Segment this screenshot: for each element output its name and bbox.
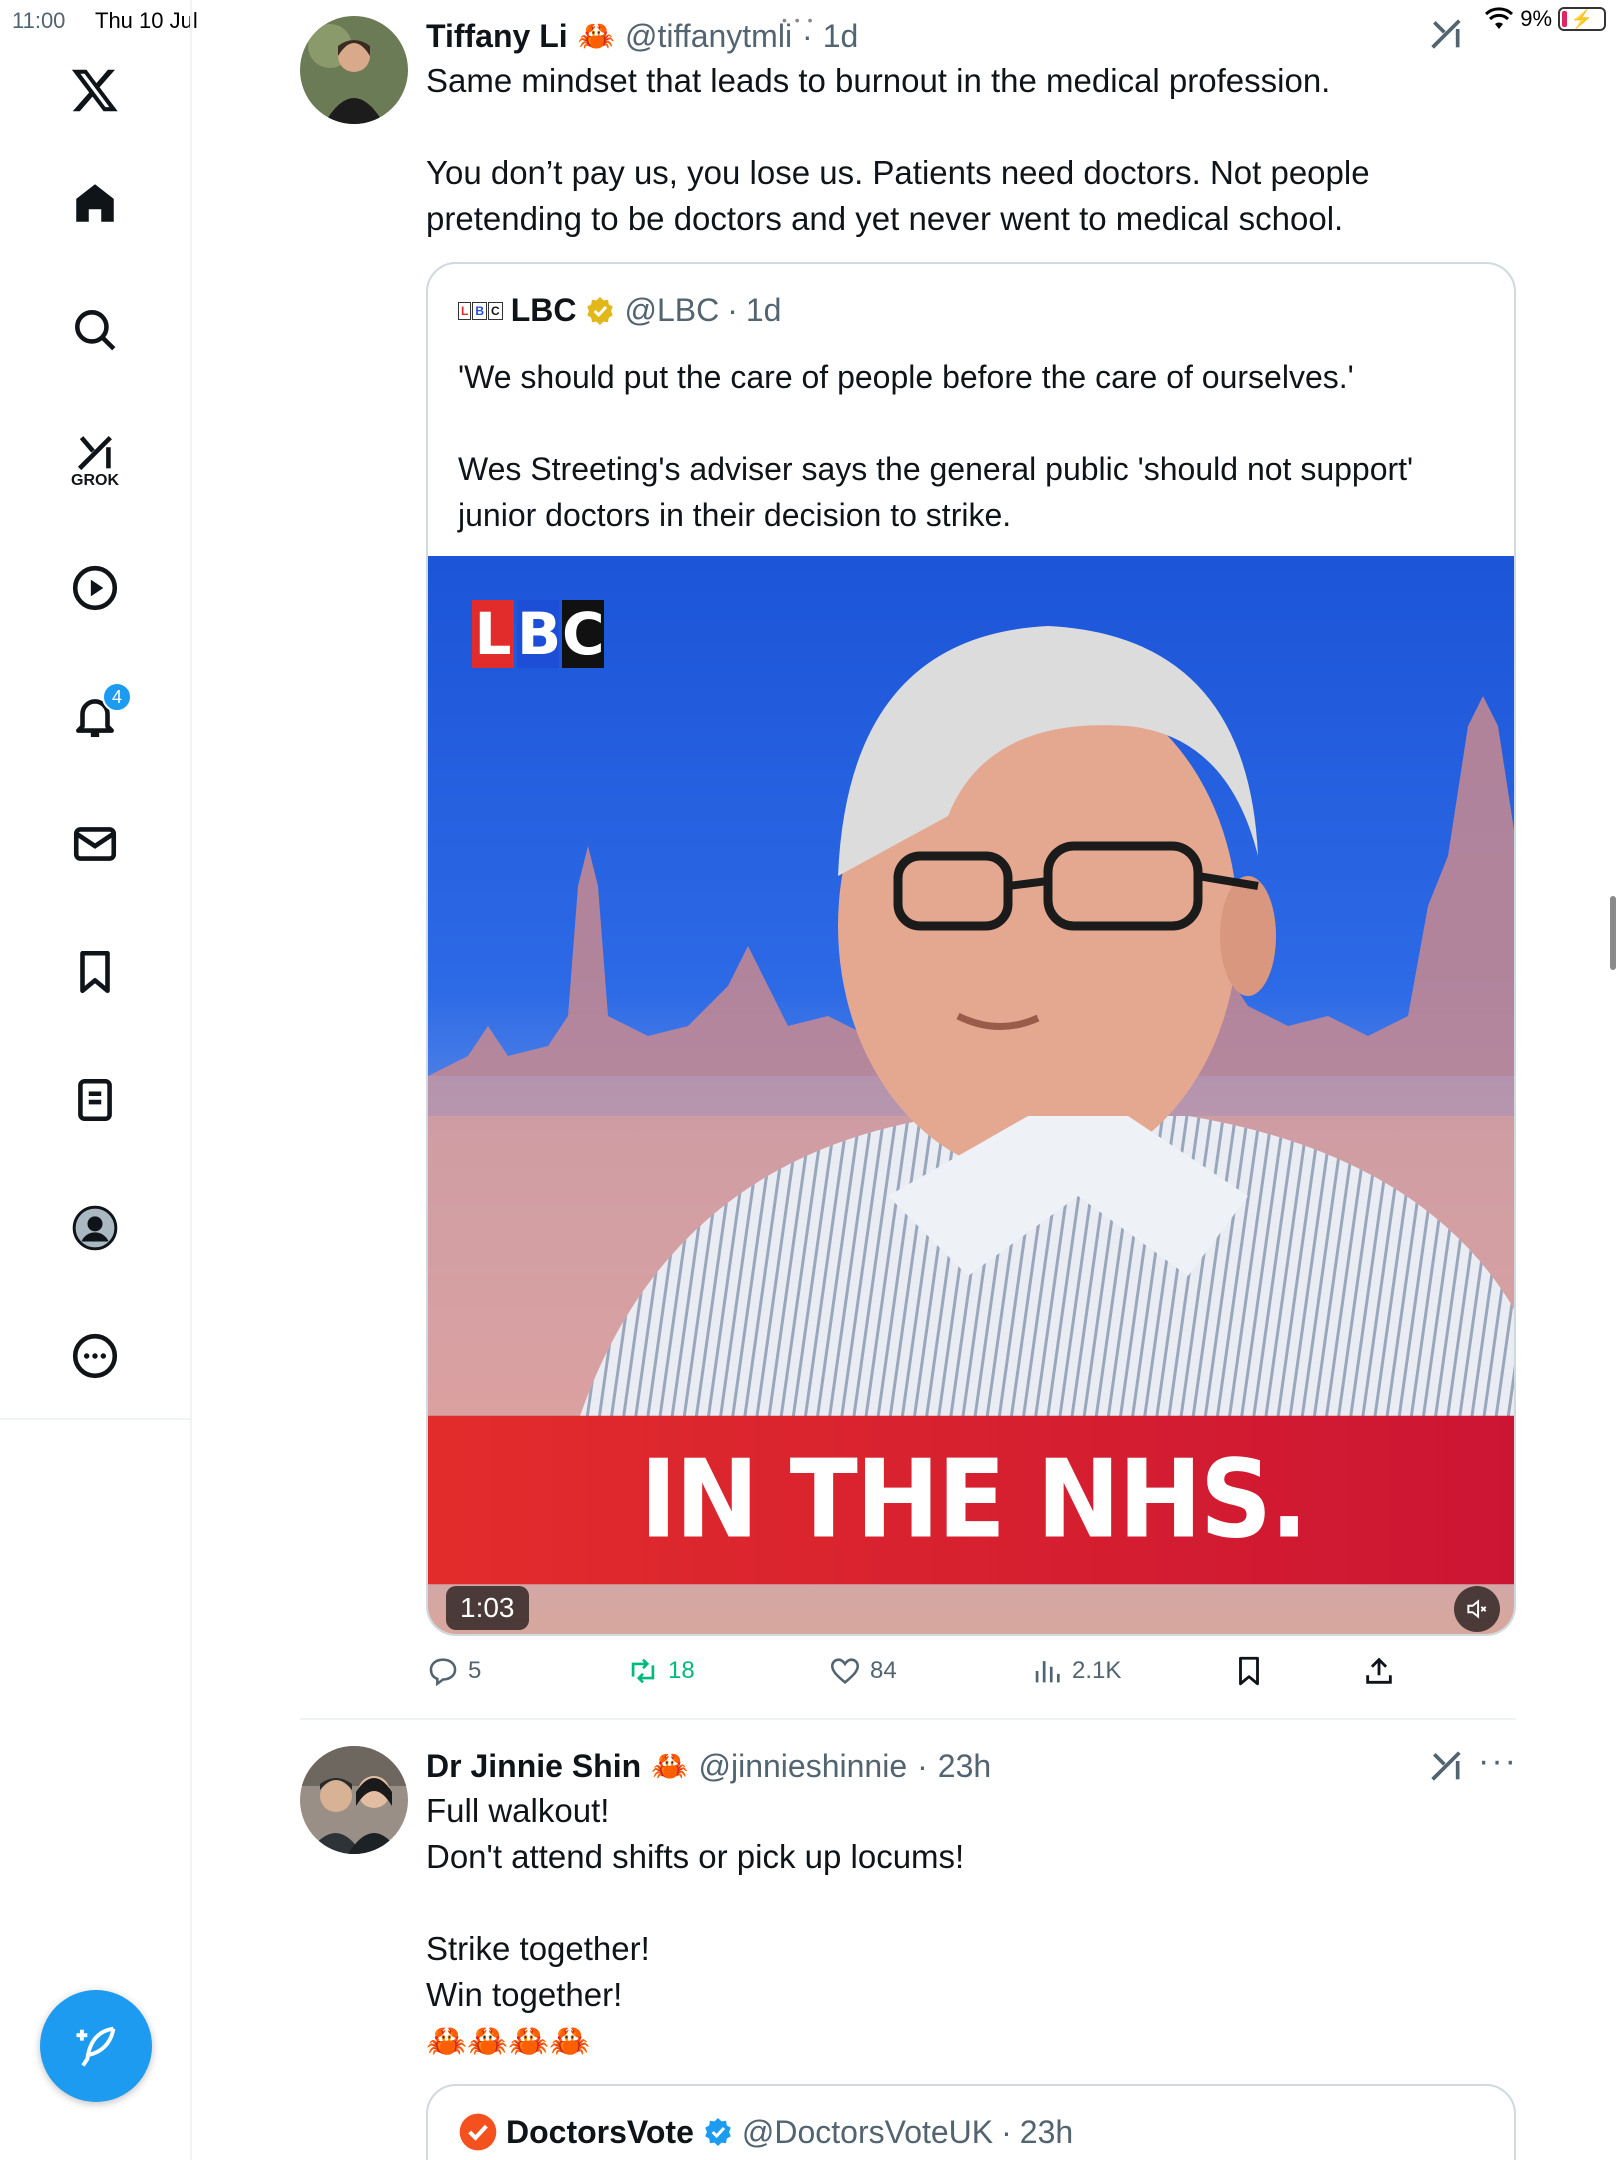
retweet-icon bbox=[631, 1658, 655, 1684]
heart-icon bbox=[830, 1658, 860, 1684]
tweet-text-line: Don't attend shifts or pick up locums! bbox=[426, 1838, 965, 1875]
quote-header: LBC LBC @LBC · 1d bbox=[458, 292, 781, 329]
more-menu-icon[interactable]: ··· bbox=[1478, 1742, 1518, 1781]
compose-post-button[interactable] bbox=[40, 1990, 152, 2102]
bookmark-icon bbox=[1239, 1656, 1259, 1686]
bookmark-button[interactable] bbox=[1232, 1654, 1266, 1688]
video-caption-banner: IN THE NHS. bbox=[428, 1415, 1514, 1585]
verified-blue-badge-icon bbox=[705, 2118, 731, 2146]
like-count: 84 bbox=[870, 1657, 897, 1684]
sidebar: GROK 4 bbox=[0, 0, 192, 2160]
profile-avatar-icon[interactable] bbox=[50, 1188, 140, 1268]
battery-percent: 9% bbox=[1520, 6, 1552, 31]
grok-nav-item[interactable]: GROK bbox=[50, 420, 140, 500]
author-name[interactable]: Dr Jinnie Shin bbox=[426, 1748, 641, 1785]
grok-icon bbox=[78, 436, 112, 470]
quote-header: DoctorsVote @DoctorsVoteUK · 23h bbox=[458, 2112, 1073, 2152]
quote-author-handle[interactable]: @DoctorsVoteUK bbox=[742, 2114, 993, 2151]
avatar-jinnie-shin[interactable] bbox=[300, 1746, 408, 1854]
avatar-tiffany-li[interactable] bbox=[300, 16, 408, 124]
grok-explain-icon[interactable] bbox=[1426, 14, 1466, 54]
verified-gold-badge-icon bbox=[587, 296, 614, 325]
notification-badge: 4 bbox=[102, 682, 132, 712]
quote-text-line: Wes Streeting's adviser says the general… bbox=[458, 451, 1414, 533]
views-chart-icon bbox=[1035, 1661, 1060, 1683]
separator-dot: · bbox=[802, 18, 813, 54]
author-emoji: 🦀 bbox=[577, 20, 615, 53]
reply-count: 5 bbox=[468, 1657, 482, 1684]
reply-icon bbox=[429, 1658, 457, 1687]
bookmarks-icon[interactable] bbox=[50, 932, 140, 1012]
post-time[interactable]: 1d bbox=[823, 18, 859, 55]
view-count: 2.1K bbox=[1072, 1657, 1122, 1684]
author-handle[interactable]: @tiffanytmli bbox=[625, 18, 792, 55]
search-icon[interactable] bbox=[50, 290, 140, 370]
separator-dot: · bbox=[727, 292, 738, 328]
tweet-text-line bbox=[426, 1880, 1516, 1926]
messages-icon[interactable] bbox=[50, 804, 140, 884]
reply-button[interactable]: 5 bbox=[426, 1654, 481, 1688]
quote-author-handle[interactable]: @LBC bbox=[624, 292, 719, 329]
sidebar-divider bbox=[0, 1418, 192, 1420]
video-duration: 1:03 bbox=[446, 1586, 529, 1630]
quoted-tweet-doctorsvote[interactable]: DoctorsVote @DoctorsVoteUK · 23h bbox=[426, 2084, 1516, 2160]
video-thumbnail[interactable]: L B C IN THE NHS. bbox=[428, 556, 1514, 1634]
more-options-icon[interactable] bbox=[50, 1316, 140, 1396]
quote-time[interactable]: 1d bbox=[746, 292, 782, 329]
scrollbar[interactable] bbox=[1610, 896, 1616, 970]
grok-explain-icon[interactable] bbox=[1426, 1746, 1466, 1786]
quote-text-line bbox=[458, 400, 1488, 446]
notifications-bell-icon[interactable]: 4 bbox=[50, 676, 140, 756]
tweet-text-line: 🦀🦀🦀🦀 bbox=[426, 2022, 591, 2059]
tweet-actions: 5 18 84 2.1K bbox=[426, 1654, 1426, 1704]
tweet-text: Same mindset that leads to burnout in th… bbox=[426, 58, 1516, 242]
quote-text: 'We should put the care of people before… bbox=[458, 354, 1488, 538]
lists-icon[interactable] bbox=[50, 1060, 140, 1140]
battery-icon: ⚡ bbox=[1558, 7, 1606, 31]
retweet-count: 18 bbox=[668, 1657, 695, 1684]
tweet-separator bbox=[300, 1718, 1516, 1720]
tweet-text-line bbox=[426, 104, 1516, 150]
video-icon[interactable] bbox=[50, 548, 140, 628]
lbc-avatar[interactable]: LBC bbox=[458, 301, 503, 320]
retweet-button[interactable]: 18 bbox=[626, 1654, 695, 1688]
tweet-header: Tiffany Li 🦀 @tiffanytmli · 1d bbox=[426, 18, 858, 55]
quoted-tweet-lbc[interactable]: LBC LBC @LBC · 1d 'We should put the car… bbox=[426, 262, 1516, 1636]
grok-label: GROK bbox=[71, 472, 119, 489]
doctorsvote-avatar-icon[interactable] bbox=[458, 2112, 498, 2152]
compose-feather-icon bbox=[76, 2026, 116, 2067]
quote-text-line: 'We should put the care of people before… bbox=[458, 359, 1354, 395]
logo-letter: C bbox=[562, 600, 605, 668]
quote-time[interactable]: 23h bbox=[1020, 2114, 1073, 2151]
mute-toggle-button[interactable] bbox=[1454, 1586, 1500, 1632]
share-upload-icon bbox=[1366, 1657, 1392, 1684]
tweet-text-line: You don’t pay us, you lose us. Patients … bbox=[426, 154, 1370, 237]
author-emoji: 🦀 bbox=[651, 1750, 689, 1783]
logo-letter: B bbox=[517, 600, 562, 668]
tweet-text-line: Win together! bbox=[426, 1976, 623, 2013]
quote-author-name[interactable]: DoctorsVote bbox=[506, 2114, 694, 2151]
quote-author-name[interactable]: LBC bbox=[511, 292, 577, 329]
tweet-text-line: Strike together! bbox=[426, 1930, 650, 1967]
tweet-text-line: Same mindset that leads to burnout in th… bbox=[426, 62, 1331, 99]
views-button[interactable]: 2.1K bbox=[1030, 1654, 1121, 1688]
author-handle[interactable]: @jinnieshinnie bbox=[699, 1748, 908, 1785]
post-time[interactable]: 23h bbox=[938, 1748, 991, 1785]
speaker-muted-icon bbox=[1467, 1599, 1487, 1619]
home-icon[interactable] bbox=[50, 163, 140, 243]
tweet-text: Full walkout! Don't attend shifts or pic… bbox=[426, 1788, 1516, 2064]
tweet-header: Dr Jinnie Shin 🦀 @jinnieshinnie · 23h bbox=[426, 1748, 991, 1785]
lbc-video-logo: L B C bbox=[472, 600, 605, 668]
like-button[interactable]: 84 bbox=[828, 1654, 897, 1688]
author-name[interactable]: Tiffany Li bbox=[426, 18, 568, 55]
separator-dot: · bbox=[917, 1748, 928, 1784]
logo-letter: L bbox=[472, 600, 514, 668]
share-button[interactable] bbox=[1362, 1654, 1396, 1688]
x-logo-icon[interactable] bbox=[50, 50, 140, 130]
separator-dot: · bbox=[1001, 2113, 1012, 2150]
tweet-text-line: Full walkout! bbox=[426, 1792, 610, 1829]
video-player[interactable]: L B C IN THE NHS. 1:03 bbox=[428, 556, 1514, 1634]
